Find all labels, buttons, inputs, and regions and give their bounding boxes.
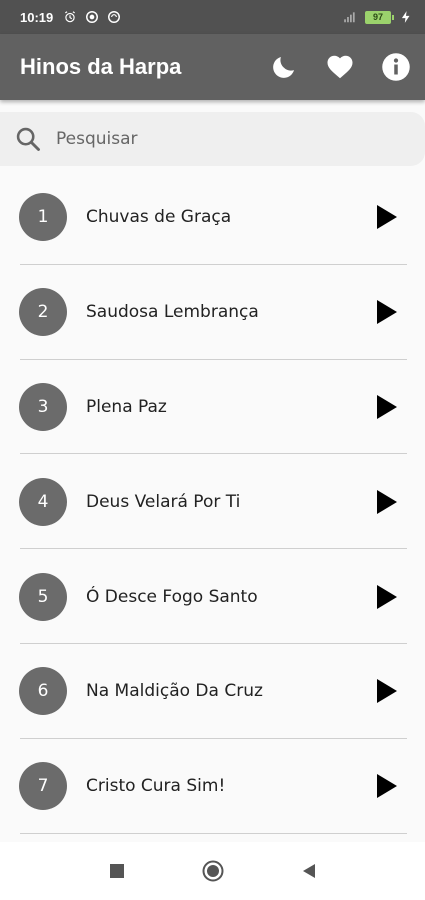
info-icon — [382, 53, 410, 81]
hymn-number: 3 — [19, 382, 67, 431]
status-time: 10:19 — [20, 9, 54, 25]
vpn-icon — [86, 11, 99, 23]
hymn-number: 1 — [19, 193, 67, 242]
hymn-number: 5 — [19, 572, 67, 621]
hymn-title: Cristo Cura Sim! — [86, 776, 226, 797]
alarm-icon — [65, 11, 76, 23]
dark-mode-button[interactable] — [269, 52, 299, 82]
system-nav-bar — [0, 842, 425, 900]
hymn-list: 1 Chuvas de Graça 2 Saudosa Lembrança 3 … — [0, 170, 425, 834]
info-button[interactable] — [381, 52, 411, 82]
play-icon — [377, 584, 397, 609]
home-icon — [202, 860, 223, 882]
play-button[interactable] — [371, 297, 401, 327]
search-bar[interactable] — [0, 112, 425, 166]
hymn-item-3[interactable]: 3 Plena Paz — [0, 360, 425, 455]
back-button[interactable] — [297, 859, 321, 883]
hymn-title: Plena Paz — [86, 396, 167, 417]
hymn-number: 2 — [19, 288, 67, 337]
search-input[interactable] — [56, 129, 376, 149]
play-icon — [377, 774, 397, 799]
battery-level: 97 — [372, 12, 383, 22]
hymn-title: Ó Desce Fogo Santo — [86, 586, 258, 607]
hymn-title: Chuvas de Graça — [86, 207, 232, 228]
play-button[interactable] — [371, 202, 401, 232]
hymn-item-7[interactable]: 7 Cristo Cura Sim! — [0, 739, 425, 834]
hymn-title: Na Maldição Da Cruz — [86, 681, 263, 702]
play-button[interactable] — [371, 676, 401, 706]
app-bar: Hinos da Harpa — [0, 34, 425, 100]
sync-icon — [108, 11, 121, 23]
hymn-item-2[interactable]: 2 Saudosa Lembrança — [0, 265, 425, 360]
home-button[interactable] — [201, 859, 225, 883]
hymn-item-5[interactable]: 5 Ó Desce Fogo Santo — [0, 549, 425, 644]
moon-icon — [273, 57, 294, 78]
app-actions — [269, 52, 411, 82]
favorites-button[interactable] — [325, 52, 355, 82]
play-button[interactable] — [371, 392, 401, 422]
play-button[interactable] — [371, 771, 401, 801]
hymn-number: 6 — [19, 667, 67, 716]
play-icon — [377, 679, 397, 704]
status-icons — [63, 10, 121, 24]
battery-icon: 97 — [365, 10, 394, 24]
status-bar: 10:19 97 — [0, 0, 425, 34]
charging-icon — [401, 11, 410, 23]
hymn-number: 7 — [19, 762, 67, 811]
play-icon — [377, 394, 397, 419]
hymn-number: 4 — [19, 477, 67, 526]
heart-icon — [327, 55, 353, 79]
hymn-item-6[interactable]: 6 Na Maldição Da Cruz — [0, 644, 425, 739]
hymn-title: Saudosa Lembrança — [86, 302, 259, 323]
signal-icon — [344, 12, 355, 23]
play-icon — [377, 205, 397, 230]
recents-icon — [109, 864, 124, 878]
play-icon — [377, 300, 397, 325]
play-button[interactable] — [371, 487, 401, 517]
app-title: Hinos da Harpa — [20, 54, 182, 79]
hymn-item-4[interactable]: 4 Deus Velará Por Ti — [0, 454, 425, 549]
hymn-title: Deus Velará Por Ti — [86, 491, 241, 512]
back-icon — [302, 864, 315, 878]
status-right: 97 — [343, 10, 413, 24]
recents-button[interactable] — [105, 859, 129, 883]
hymn-item-1[interactable]: 1 Chuvas de Graça — [0, 170, 425, 265]
play-icon — [377, 489, 397, 514]
search-icon — [16, 127, 40, 151]
play-button[interactable] — [371, 582, 401, 612]
